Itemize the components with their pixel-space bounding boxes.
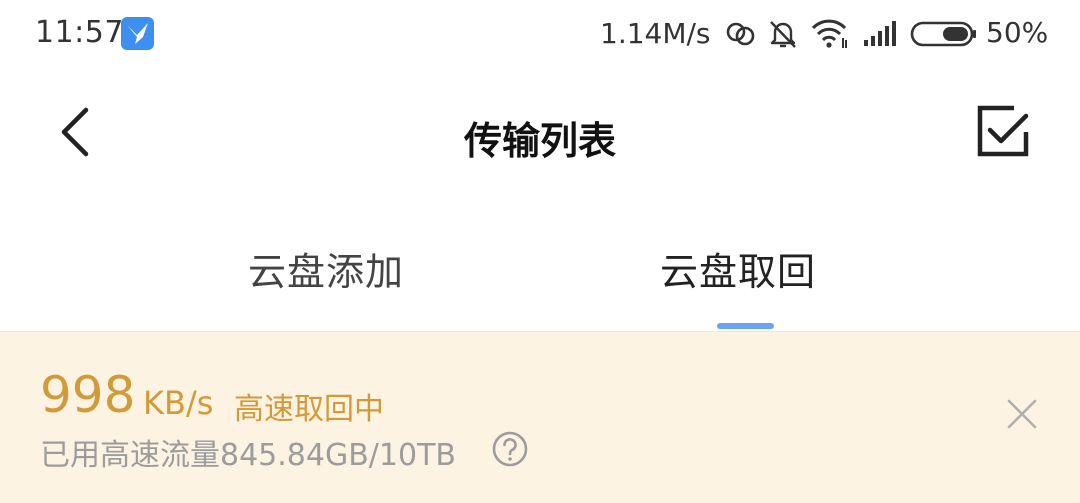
usage-text: 已用高速流量845.84GB/10TB [40, 438, 456, 473]
battery-icon [910, 20, 978, 52]
tab-cloud-retrieve[interactable]: 云盘取回 [660, 241, 816, 296]
page-header: 传输列表 [0, 70, 1080, 200]
status-bar: 11:57 1.14M/s 50% [0, 0, 1080, 70]
active-tab-indicator [717, 323, 774, 329]
app-bird-icon [121, 17, 154, 50]
transfer-list-screen: 11:57 1.14M/s 50% 传输列表 云盘添加 云盘取回 998 KB/… [0, 0, 1080, 503]
transfer-tabs: 云盘添加 云盘取回 [0, 215, 1080, 332]
tab-cloud-add[interactable]: 云盘添加 [248, 241, 404, 296]
mute-bell-icon [767, 18, 799, 54]
question-circle-icon[interactable] [491, 430, 529, 468]
status-time: 11:57 [35, 15, 124, 50]
high-speed-banner: 998 KB/s 高速取回中 已用高速流量845.84GB/10TB [0, 332, 1080, 503]
checkbox-select-icon [972, 105, 1032, 166]
signal-icon [862, 18, 898, 52]
speed-status: 高速取回中 [234, 392, 384, 427]
network-speed: 1.14M/s [600, 17, 711, 50]
close-icon[interactable] [1004, 396, 1040, 432]
speed-value: 998 [40, 366, 136, 424]
wifi-icon [810, 18, 850, 54]
page-title: 传输列表 [463, 119, 616, 163]
battery-percent: 50% [986, 16, 1049, 49]
sync-icon [724, 18, 758, 54]
speed-unit: KB/s [143, 384, 214, 422]
select-mode-button[interactable] [972, 102, 1032, 162]
